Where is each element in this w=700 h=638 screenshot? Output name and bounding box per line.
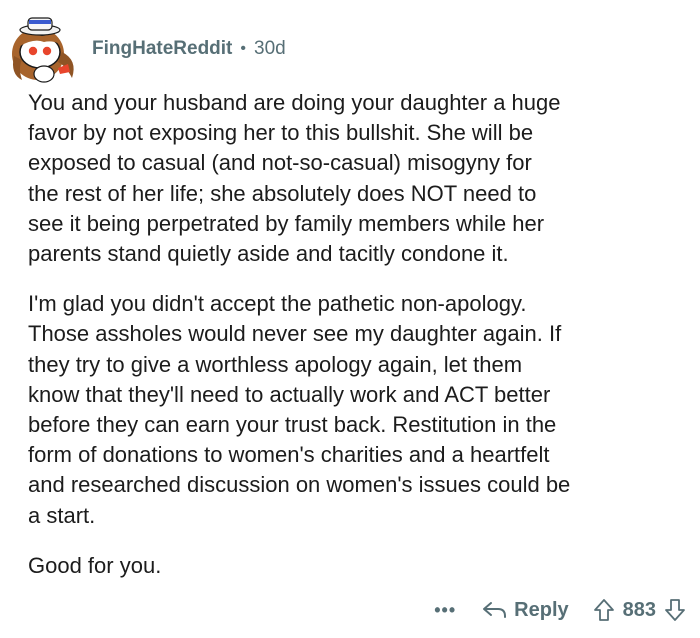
reply-label: Reply bbox=[514, 598, 569, 621]
meta-separator: • bbox=[240, 40, 246, 57]
upvote-arrow-icon[interactable] bbox=[593, 598, 615, 622]
comment-actions: ••• Reply 883 bbox=[434, 593, 686, 627]
downvote-arrow-icon[interactable] bbox=[664, 598, 686, 622]
username-link[interactable]: FingHateReddit bbox=[92, 38, 232, 60]
reply-arrow-icon bbox=[483, 602, 507, 618]
vote-score: 883 bbox=[622, 598, 656, 621]
comment-header: FingHateReddit • 30d bbox=[8, 6, 688, 86]
comment-paragraph: I'm glad you didn't accept the pathetic … bbox=[28, 291, 571, 528]
comment-paragraph: You and your husband are doing your daug… bbox=[28, 90, 561, 267]
comment-meta: FingHateReddit • 30d bbox=[92, 38, 286, 60]
snoo-avatar-icon bbox=[12, 17, 74, 83]
avatar[interactable] bbox=[8, 8, 84, 84]
more-options-button[interactable]: ••• bbox=[434, 600, 456, 621]
comment-paragraph: Good for you. bbox=[28, 552, 162, 578]
reply-button[interactable]: Reply bbox=[482, 598, 569, 622]
comment-body: You and your husband are doing your daug… bbox=[28, 88, 688, 601]
comment-age: 30d bbox=[254, 38, 286, 59]
vote-controls: 883 bbox=[593, 598, 686, 622]
